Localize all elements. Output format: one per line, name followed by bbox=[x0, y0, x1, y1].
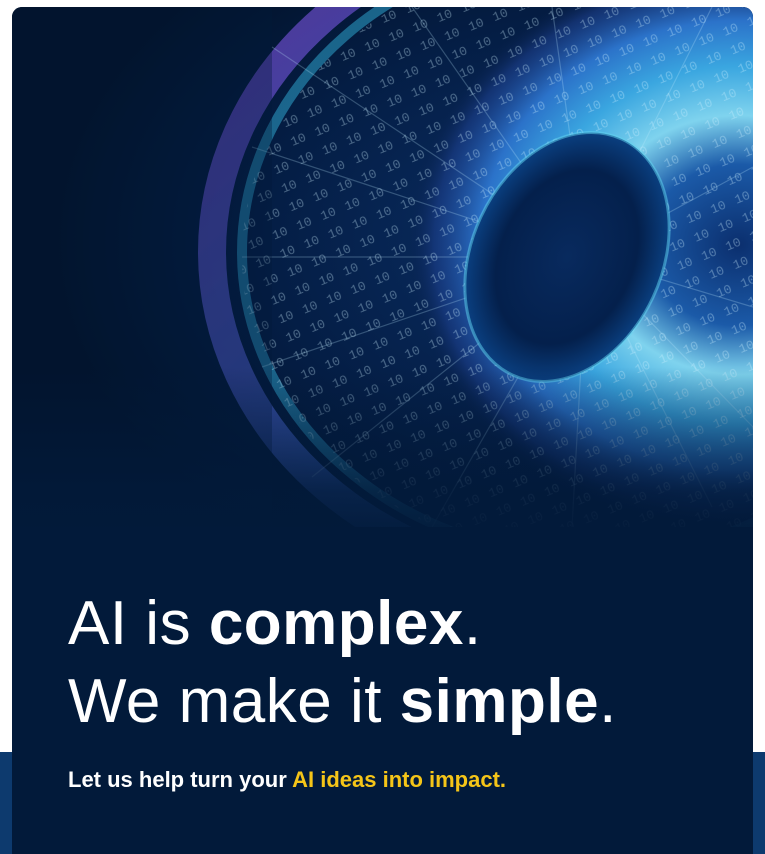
headline-line-1-suffix: . bbox=[463, 589, 482, 658]
headline-line-1-bold: complex bbox=[208, 589, 464, 658]
headline-line-2-bold: simple bbox=[399, 667, 600, 736]
headline-line-2-suffix: . bbox=[599, 667, 617, 736]
headline-line-1-prefix: AI is bbox=[68, 589, 209, 658]
subline: Let us help turn your AI ideas into impa… bbox=[68, 765, 506, 795]
headline-line-2: We make it simple. bbox=[68, 663, 617, 741]
subline-accent: AI ideas into impact. bbox=[292, 767, 507, 792]
subline-prefix: Let us help turn your bbox=[68, 767, 293, 792]
promo-card: 10 bbox=[12, 7, 753, 854]
hero-fade bbox=[12, 367, 753, 547]
headline-line-1: AI is complex. bbox=[68, 585, 617, 663]
page: 10 bbox=[0, 0, 765, 854]
headline-line-2-prefix: We make it bbox=[68, 667, 400, 736]
headline: AI is complex. We make it simple. bbox=[68, 585, 617, 741]
